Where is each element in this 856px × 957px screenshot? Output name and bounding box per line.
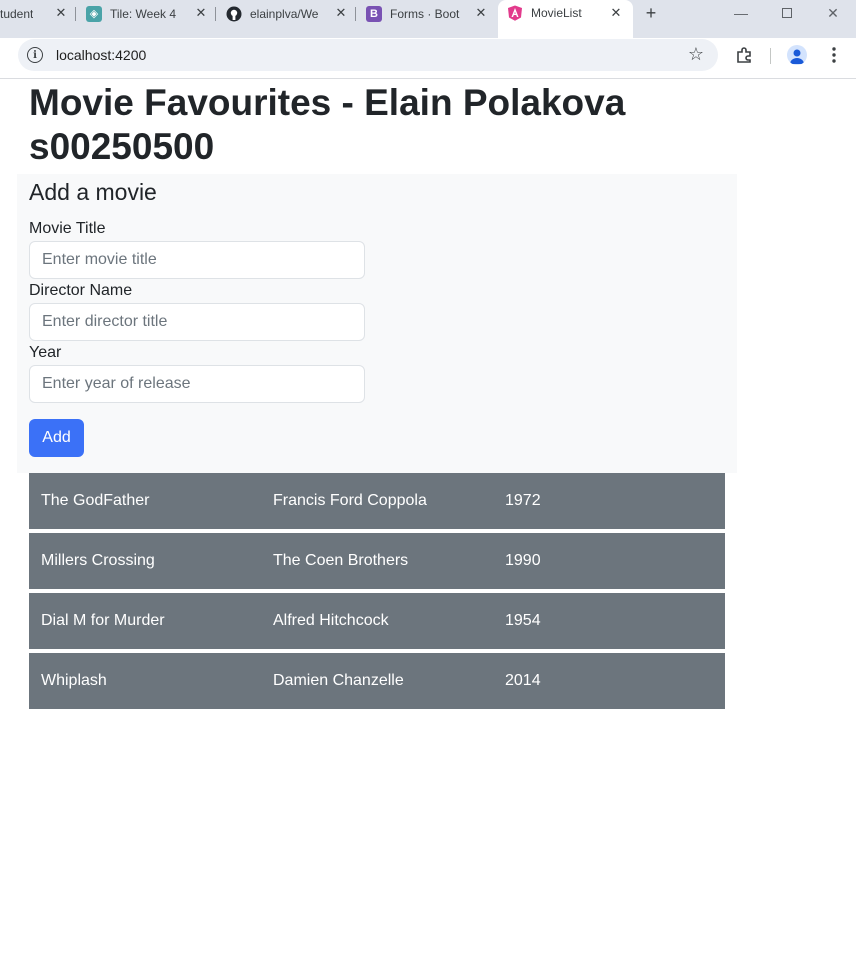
address-url[interactable]: localhost:4200 [56, 47, 146, 63]
close-icon[interactable]: ✕ [52, 4, 70, 22]
movie-title: The GodFather [41, 492, 150, 509]
movie-year: 1972 [505, 492, 541, 509]
movie-title: Millers Crossing [41, 552, 155, 569]
close-icon[interactable]: ✕ [332, 4, 350, 22]
site-info-icon[interactable]: i [27, 47, 43, 63]
tab-title: Tile: Week 4 [110, 6, 177, 21]
github-icon [226, 6, 242, 22]
movie-director: Francis Ford Coppola [273, 492, 427, 509]
movie-year: 1954 [505, 612, 541, 629]
movie-year: 1990 [505, 552, 541, 569]
close-window-icon[interactable]: ✕ [810, 0, 856, 26]
angular-icon [507, 5, 523, 21]
tab-title: Forms · Boot [390, 6, 460, 21]
list-item: The GodFather Francis Ford Coppola 1972 [29, 473, 725, 529]
profile-icon[interactable] [785, 43, 809, 67]
movie-year: 2014 [505, 672, 541, 689]
close-icon[interactable]: ✕ [472, 4, 490, 22]
tab-student[interactable]: tudent ✕ [0, 0, 70, 27]
bootstrap-icon: B [366, 5, 382, 22]
toolbar-divider [770, 48, 771, 64]
minimize-icon[interactable]: — [718, 0, 764, 26]
tab-divider [215, 7, 216, 21]
director-name-input[interactable] [29, 303, 365, 341]
tab-moodle[interactable]: ◈ Tile: Week 4 ✕ [86, 0, 210, 27]
tab-divider [355, 7, 356, 21]
tab-bootstrap[interactable]: B Forms · Boot ✕ [366, 0, 490, 27]
tab-divider [75, 7, 76, 21]
tab-movielist[interactable]: MovieList ✕ [498, 0, 633, 38]
new-tab-icon[interactable]: + [640, 2, 662, 24]
close-icon[interactable]: ✕ [192, 4, 210, 22]
tab-title: MovieList [531, 6, 582, 20]
address-bar[interactable]: i localhost:4200 ☆ [18, 39, 718, 71]
director-name-label: Director Name [29, 282, 133, 299]
movie-title: Dial M for Murder [41, 612, 165, 629]
page-title: Movie Favourites - Elain Polakova s00250… [29, 82, 626, 167]
extensions-icon[interactable] [732, 43, 756, 67]
year-input[interactable] [29, 365, 365, 403]
maximize-icon[interactable] [764, 0, 810, 26]
form-heading: Add a movie [29, 179, 157, 205]
tab-github[interactable]: elainplva/We ✕ [226, 0, 350, 27]
movie-title-input[interactable] [29, 241, 365, 279]
list-item: Whiplash Damien Chanzelle 2014 [29, 653, 725, 709]
menu-kebab-icon[interactable] [822, 43, 846, 67]
year-label: Year [29, 344, 62, 361]
movie-director: The Coen Brothers [273, 552, 409, 569]
tab-title: elainplva/We [250, 6, 319, 21]
movie-director: Alfred Hitchcock [273, 612, 389, 629]
add-movie-form: Add a movie Movie Title Director Name Ye… [17, 174, 737, 473]
list-item: Dial M for Murder Alfred Hitchcock 1954 [29, 593, 725, 649]
movie-title-label: Movie Title [29, 220, 106, 237]
moodle-icon: ◈ [86, 5, 102, 22]
bookmark-star-icon[interactable]: ☆ [688, 45, 704, 63]
movie-title: Whiplash [41, 672, 107, 689]
browser-toolbar: i localhost:4200 ☆ [0, 38, 856, 79]
tab-strip: tudent ✕ ◈ Tile: Week 4 ✕ elainplva/We ✕… [0, 0, 856, 38]
add-button[interactable]: Add [29, 419, 84, 457]
movie-director: Damien Chanzelle [273, 672, 404, 689]
close-icon[interactable]: ✕ [607, 4, 625, 22]
movie-list: The GodFather Francis Ford Coppola 1972 … [29, 473, 725, 713]
list-item: Millers Crossing The Coen Brothers 1990 [29, 533, 725, 589]
tab-title: tudent [0, 6, 34, 21]
